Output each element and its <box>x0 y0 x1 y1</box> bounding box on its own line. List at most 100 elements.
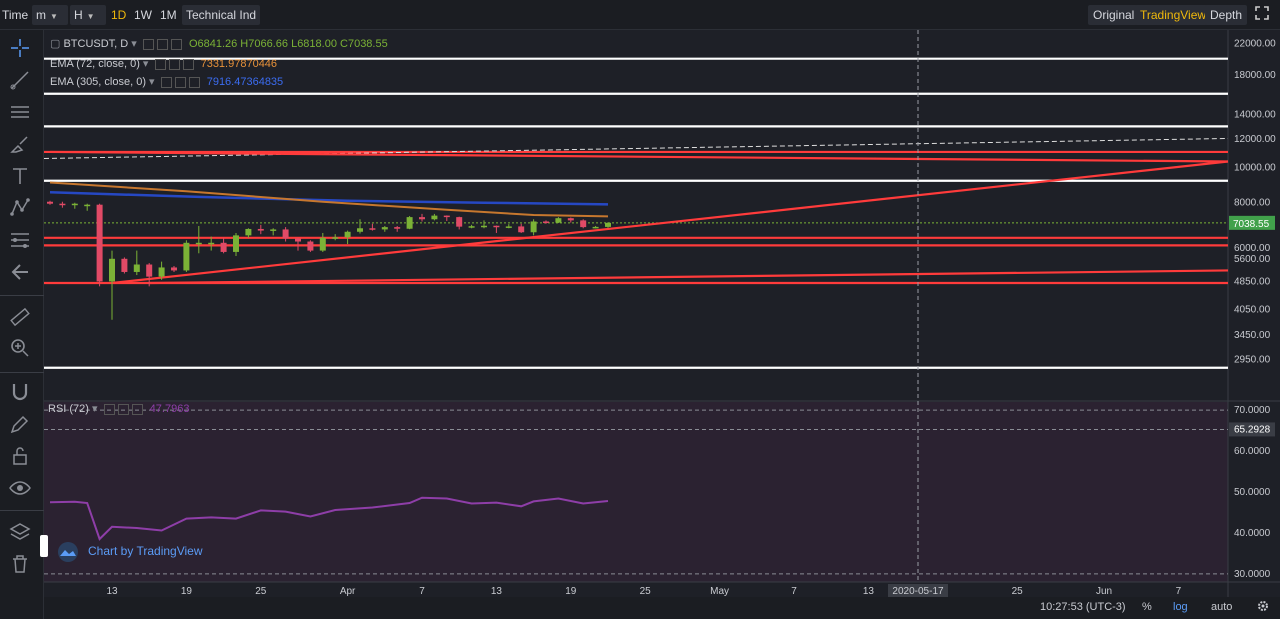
close-icon[interactable] <box>170 38 182 50</box>
clock: 10:27:53 (UTC-3) <box>1040 601 1126 613</box>
time-tick-label: Apr <box>340 586 356 597</box>
candle-body <box>245 228 252 236</box>
chart-area[interactable]: 22000.00 18000.00 14000.00 12000.00 10000.00… <box>43 30 1280 602</box>
candle-body <box>456 217 463 227</box>
pencil-lock-icon[interactable] <box>8 412 32 436</box>
collapse-icon[interactable]: ▢ <box>50 38 63 50</box>
candle-body <box>319 237 326 251</box>
fib-icon[interactable] <box>8 228 32 252</box>
settings-icon[interactable] <box>154 58 166 70</box>
time-tick-label: 7 <box>419 586 425 597</box>
hide-icon[interactable] <box>117 403 129 415</box>
candle-body <box>505 226 512 228</box>
candle-body <box>394 227 401 229</box>
log-toggle[interactable]: log <box>1173 601 1188 613</box>
tradingview-watermark[interactable]: Chart by TradingView <box>56 538 203 564</box>
text-icon[interactable] <box>8 164 32 188</box>
lock-icon[interactable] <box>8 444 32 468</box>
technical-indicators-button[interactable]: Technical Ind <box>182 5 261 25</box>
candle-body <box>133 264 140 272</box>
price-tick-label: 2950.00 <box>1234 355 1271 366</box>
close-icon[interactable] <box>182 58 194 70</box>
candle-body <box>220 242 227 252</box>
percent-toggle[interactable]: % <box>1142 601 1152 613</box>
rsi-tick-label: 70.0000 <box>1234 405 1271 416</box>
price-tick-label: 18000.00 <box>1234 70 1276 81</box>
price-tick-label: 14000.00 <box>1234 110 1276 121</box>
candle-body <box>96 204 103 282</box>
eye-icon[interactable] <box>8 476 32 500</box>
hide-icon[interactable] <box>174 76 186 88</box>
interval-1m[interactable]: 1M <box>160 5 177 25</box>
crosshair-icon[interactable] <box>8 36 32 60</box>
settings-icon[interactable] <box>103 403 115 415</box>
minute-select[interactable]: m ▼ <box>32 5 68 25</box>
view-depth[interactable]: Depth <box>1205 5 1248 25</box>
auto-toggle[interactable]: auto <box>1211 601 1232 613</box>
time-tick-label: 13 <box>491 586 503 597</box>
rsi-tick-label: 50.0000 <box>1234 487 1271 498</box>
price-chart[interactable]: 22000.00 18000.00 14000.00 12000.00 10000.00… <box>43 30 1280 597</box>
candle-body <box>59 203 66 206</box>
ema72-legend[interactable]: EMA (72, close, 0) ▾ 7331.97870446 <box>50 57 277 70</box>
settings-icon[interactable] <box>142 38 154 50</box>
ema72-label: EMA (72, close, 0) <box>50 58 140 70</box>
time-tick-label: 19 <box>565 586 577 597</box>
candle-body <box>71 203 78 206</box>
ema305-value: 7916.47364835 <box>206 76 284 88</box>
hide-icon[interactable] <box>168 58 180 70</box>
candle-body <box>270 229 277 231</box>
candle-body <box>307 241 314 251</box>
candle-body <box>443 215 450 218</box>
rsi-legend[interactable]: RSI (72) ▾ 47.7963 <box>48 402 189 415</box>
candle-body <box>295 238 301 242</box>
time-tick-label: May <box>710 586 729 597</box>
magnet-icon[interactable] <box>8 380 32 404</box>
hour-select[interactable]: H ▼ <box>70 5 106 25</box>
view-tradingview[interactable]: TradingView <box>1135 5 1212 25</box>
candle-body <box>518 226 525 233</box>
candle-body <box>183 242 190 271</box>
ruler-icon[interactable] <box>8 305 32 329</box>
close-icon[interactable] <box>188 76 200 88</box>
price-tick-label: 4850.00 <box>1234 276 1271 287</box>
candle-body <box>580 220 587 228</box>
time-tick-label: 7 <box>791 586 797 597</box>
time-tick-label: 13 <box>863 586 875 597</box>
candle-body <box>158 267 165 277</box>
settings-icon[interactable] <box>160 76 172 88</box>
back-arrow-icon[interactable] <box>8 260 32 284</box>
interval-1d[interactable]: 1D <box>111 5 126 25</box>
symbol-legend[interactable]: ▢ BTCUSDT, D ▾ O6841.26 H7066.66 L6818.0… <box>50 37 388 50</box>
zoom-icon[interactable] <box>8 336 32 360</box>
candle-body <box>257 228 264 231</box>
hide-icon[interactable] <box>156 38 168 50</box>
candle-body <box>282 229 289 239</box>
time-tick-label: Jun <box>1096 586 1112 597</box>
fullscreen-icon[interactable] <box>1254 5 1270 25</box>
pattern-icon[interactable] <box>8 196 32 220</box>
trendline-icon[interactable] <box>8 68 32 92</box>
price-tick-label: 6000.00 <box>1234 243 1271 254</box>
tradingview-logo-icon <box>58 541 78 562</box>
candle-body <box>419 217 425 220</box>
interval-1w[interactable]: 1W <box>134 5 152 25</box>
time-tick-label: 7 <box>1176 586 1182 597</box>
rsi-tick-label: 40.0000 <box>1234 528 1271 539</box>
ema305-legend[interactable]: EMA (305, close, 0) ▾ 7916.47364835 <box>50 75 283 88</box>
layers-icon[interactable] <box>8 520 32 544</box>
view-original[interactable]: Original <box>1088 5 1140 25</box>
gear-icon[interactable] <box>1256 599 1270 616</box>
rsi-tick-label: 30.0000 <box>1234 569 1271 580</box>
sidebar-toggle-handle[interactable] <box>40 535 48 557</box>
ema72-value: 7331.97870446 <box>200 58 278 70</box>
watermark-text: Chart by TradingView <box>88 544 203 558</box>
brush-icon[interactable] <box>8 132 32 156</box>
close-icon[interactable] <box>131 403 143 415</box>
last-price-label: 7038.55 <box>1233 219 1270 230</box>
horizontal-lines-icon[interactable] <box>8 100 32 124</box>
trash-icon[interactable] <box>8 552 32 576</box>
candle-body <box>567 218 574 221</box>
sidebar-divider <box>0 295 44 296</box>
candle-body <box>493 225 500 228</box>
